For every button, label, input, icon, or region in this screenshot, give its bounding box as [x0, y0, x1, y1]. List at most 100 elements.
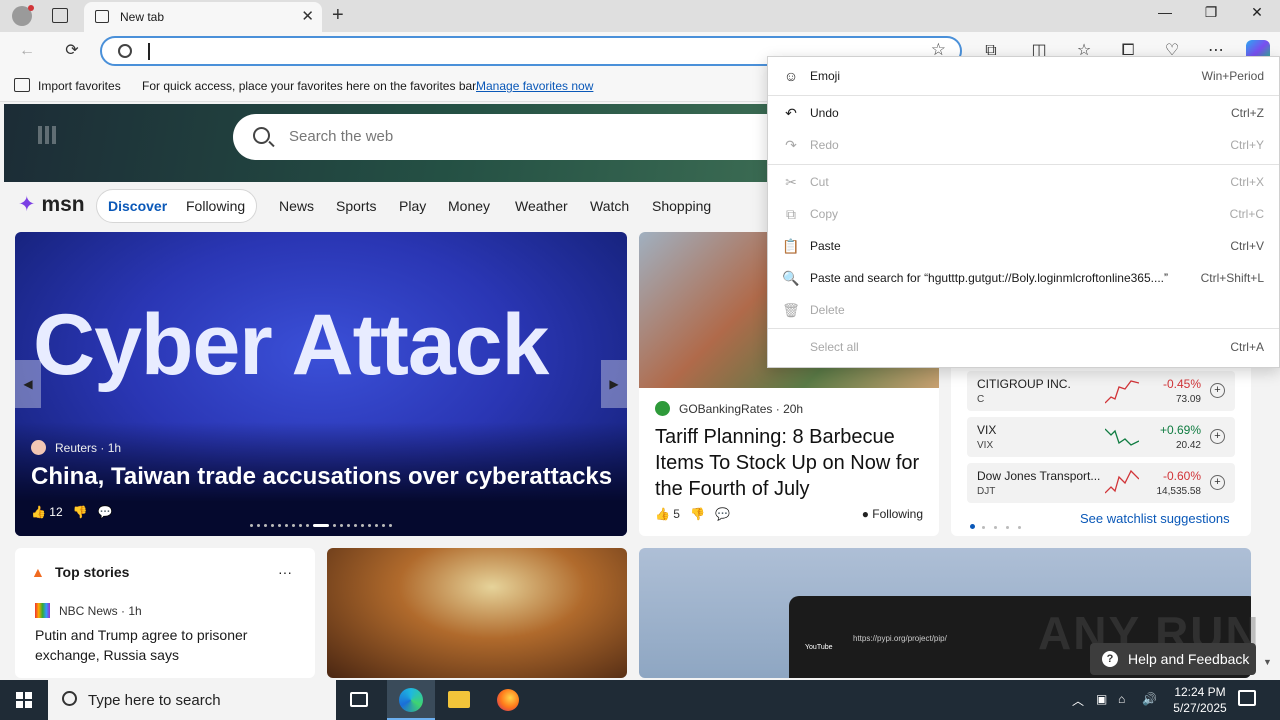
volume-icon[interactable]: 🔊	[1142, 692, 1157, 706]
system-clock[interactable]: 12:24 PM 5/27/2025	[1160, 684, 1240, 716]
search-icon	[253, 127, 270, 144]
following-badge[interactable]: ● Following	[862, 507, 923, 521]
tray-device-icon[interactable]: ▣	[1096, 692, 1107, 706]
menu-item-select-all[interactable]: Select all Ctrl+A	[768, 331, 1279, 363]
watchlist-row[interactable]: VIX VIX +0.69% 20.42 +	[967, 417, 1235, 457]
add-to-watchlist-icon[interactable]: +	[1210, 475, 1225, 490]
more-options-icon[interactable]: ···	[278, 564, 292, 580]
paste-search-icon: 🔍	[782, 270, 800, 286]
hero-headline[interactable]: China, Taiwan trade accusations over cyb…	[31, 463, 612, 491]
nav-money[interactable]: Money	[448, 198, 490, 214]
web-search-placeholder: Search the web	[289, 128, 394, 145]
menu-separator	[768, 164, 1279, 165]
msn-butterfly-icon: ✦	[18, 193, 36, 216]
carousel-dots	[250, 515, 396, 530]
tariff-reactions: 👍 5 👎 💬	[655, 507, 730, 521]
nav-shopping[interactable]: Shopping	[652, 198, 711, 214]
nav-news[interactable]: News	[279, 198, 314, 214]
dislike-icon[interactable]: 👎	[690, 507, 705, 521]
nav-weather[interactable]: Weather	[515, 198, 568, 214]
restore-button[interactable]: ❐	[1188, 4, 1234, 28]
menu-item-emoji[interactable]: ☺ Emoji Win+Period	[768, 60, 1279, 92]
hero-source: Reuters · 1h	[55, 441, 122, 455]
comment-icon[interactable]: 💬	[715, 507, 730, 521]
import-favorites-icon	[14, 78, 30, 92]
watchlist-row[interactable]: Dow Jones Transport... DJT -0.60% 14,535…	[967, 463, 1235, 503]
tab-page-icon	[95, 10, 109, 23]
edge-icon	[399, 688, 423, 712]
edge-taskbar-button[interactable]	[387, 680, 435, 720]
close-tab-icon[interactable]: ✕	[301, 7, 314, 25]
laptop-url-text: https://pypi.org/project/pip/	[853, 634, 947, 643]
menu-separator	[768, 95, 1279, 96]
refresh-icon[interactable]: ⟳	[61, 40, 83, 62]
import-favorites-button[interactable]: Import favorites	[38, 79, 121, 93]
dislike-icon[interactable]: 👎	[73, 505, 88, 519]
news-card-food[interactable]	[327, 548, 627, 678]
tab-discover[interactable]: Discover	[108, 198, 167, 214]
close-window-button[interactable]: ✕	[1234, 4, 1280, 28]
stock-sparkline	[1105, 428, 1139, 446]
back-arrow-icon[interactable]: ←	[16, 40, 38, 62]
help-feedback-button[interactable]: ? Help and Feedback	[1090, 643, 1256, 675]
nav-watch[interactable]: Watch	[590, 198, 629, 214]
nbc-logo-icon	[35, 603, 50, 618]
tab-actions-icon[interactable]	[52, 8, 68, 23]
taskbar-search[interactable]: Type here to search	[48, 680, 336, 720]
help-label: Help and Feedback	[1128, 651, 1250, 667]
stock-change: -0.45%	[1162, 377, 1201, 391]
file-explorer-button[interactable]	[435, 680, 483, 720]
menu-item-delete[interactable]: 🗑 Delete	[768, 294, 1279, 326]
stock-ticker: VIX	[977, 440, 994, 451]
scroll-down-arrow-icon[interactable]: ▼	[1263, 657, 1272, 667]
nav-play[interactable]: Play	[399, 198, 426, 214]
like-icon[interactable]: 👍	[31, 505, 46, 519]
add-to-watchlist-icon[interactable]: +	[1210, 383, 1225, 398]
minimize-button[interactable]: —	[1142, 4, 1188, 28]
windows-logo-icon	[16, 692, 32, 708]
menu-item-paste[interactable]: 📋 Paste Ctrl+V	[768, 230, 1279, 262]
hero-news-card[interactable]: Cyber Attack Reuters · 1h China, Taiwan …	[15, 232, 627, 536]
top-story-headline[interactable]: Putin and Trump agree to prisoner exchan…	[35, 625, 295, 665]
watchlist-row[interactable]: CITIGROUP INC. C -0.45% 73.09 +	[967, 371, 1235, 411]
menu-item-cut[interactable]: ✂ Cut Ctrl+X	[768, 166, 1279, 198]
firefox-button[interactable]	[484, 680, 532, 720]
stock-price: 20.42	[1175, 440, 1201, 451]
tab-following[interactable]: Following	[186, 198, 245, 214]
like-icon[interactable]: 👍	[655, 507, 670, 521]
watchlist-suggestions-link[interactable]: See watchlist suggestions	[1080, 511, 1230, 526]
paste-icon: 📋	[782, 238, 800, 254]
network-icon[interactable]: ⌂	[1118, 692, 1125, 706]
tray-chevron-icon[interactable]: ︿	[1072, 692, 1084, 709]
menu-item-undo[interactable]: ↶ Undo Ctrl+Z	[768, 97, 1279, 129]
menu-item-copy[interactable]: ⧉ Copy Ctrl+C	[768, 198, 1279, 230]
task-view-button[interactable]	[336, 680, 384, 720]
add-to-watchlist-icon[interactable]: +	[1210, 429, 1225, 444]
web-search-box[interactable]: Search the web	[233, 114, 833, 160]
notifications-icon[interactable]	[1238, 690, 1256, 706]
menu-item-paste-and-search[interactable]: 🔍 Paste and search for “hgutttp.gutgut:/…	[768, 262, 1279, 294]
apps-grid-icon[interactable]	[38, 126, 56, 144]
top-stories-title: Top stories	[55, 564, 130, 580]
like-count: 12	[49, 505, 63, 519]
comment-icon[interactable]: 💬	[98, 505, 113, 519]
menu-item-redo[interactable]: ↷ Redo Ctrl+Y	[768, 129, 1279, 161]
new-tab-button[interactable]: +	[332, 4, 344, 27]
stock-sparkline	[1105, 380, 1139, 404]
stock-sparkline	[1105, 469, 1139, 494]
clock-time: 12:24 PM	[1174, 685, 1226, 699]
nav-sports[interactable]: Sports	[336, 198, 376, 214]
manage-favorites-link[interactable]: Manage favorites now	[476, 79, 593, 93]
tariff-source: GOBankingRates · 20h	[679, 402, 804, 416]
carousel-prev-button[interactable]: ◀	[15, 360, 41, 408]
copy-icon: ⧉	[786, 206, 796, 222]
tariff-headline[interactable]: Tariff Planning: 8 Barbecue Items To Sto…	[655, 424, 927, 502]
tab-new-tab[interactable]: New tab ✕	[84, 2, 322, 32]
hero-reactions: 👍 12 👎 💬	[31, 505, 113, 519]
stock-name: Dow Jones Transport...	[977, 469, 1101, 483]
msn-logo[interactable]: ✦ msn	[18, 192, 85, 217]
watchlist-page-dots	[970, 517, 1025, 532]
carousel-next-button[interactable]: ▶	[601, 360, 627, 408]
stock-name: CITIGROUP INC.	[977, 377, 1071, 391]
start-button[interactable]	[0, 680, 48, 720]
